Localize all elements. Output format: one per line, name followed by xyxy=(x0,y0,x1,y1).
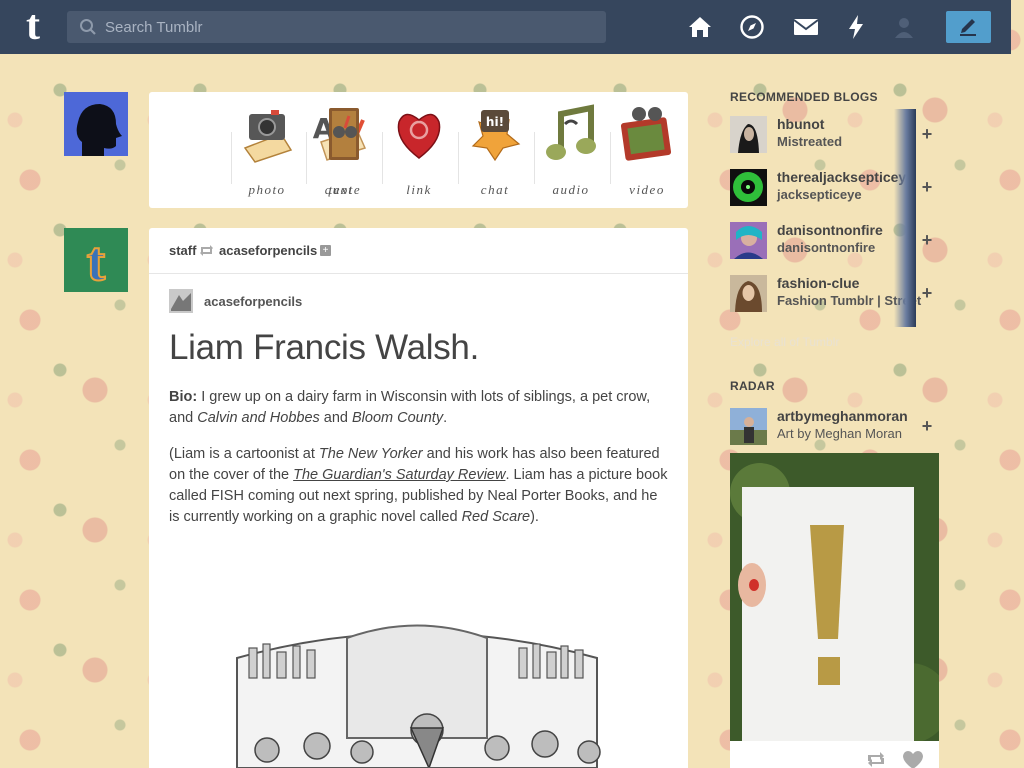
post-author[interactable]: acaseforpencils xyxy=(204,294,302,309)
audio-note-icon xyxy=(546,104,596,160)
post-video-button[interactable]: video xyxy=(611,102,683,198)
staff-avatar[interactable]: t xyxy=(64,228,128,294)
compose-button[interactable] xyxy=(946,11,991,43)
post-title: Liam Francis Walsh. xyxy=(169,328,480,367)
blog-avatar[interactable] xyxy=(730,275,767,312)
reblog-icon xyxy=(200,245,213,256)
post-header: staff acaseforpencils + xyxy=(149,228,688,274)
activity-icon[interactable] xyxy=(842,13,870,41)
follow-button[interactable]: + xyxy=(914,228,940,254)
top-navigation-bar: t xyxy=(0,0,1011,54)
follow-button[interactable]: + xyxy=(914,414,940,440)
explore-all-link[interactable]: Explore all of Tumblr xyxy=(730,335,839,349)
camera-icon xyxy=(243,110,293,163)
follow-button[interactable]: + xyxy=(914,281,940,307)
reblogger-name[interactable]: staff xyxy=(169,243,196,258)
search-bar[interactable] xyxy=(67,11,606,43)
radar-post-image[interactable] xyxy=(730,453,950,749)
follow-button[interactable]: + xyxy=(914,122,940,148)
like-heart-icon[interactable] xyxy=(902,751,924,768)
chat-bubble-icon: hi! xyxy=(471,110,521,162)
cartoon-illustration xyxy=(236,624,601,768)
home-icon[interactable] xyxy=(686,13,714,41)
search-icon xyxy=(80,19,96,35)
radar-post-footer xyxy=(730,741,939,768)
bio-paragraph: Bio: I grew up on a dairy farm in Wiscon… xyxy=(169,389,651,426)
search-input[interactable] xyxy=(105,11,595,43)
blog-avatar[interactable] xyxy=(730,169,767,206)
source-blog-name[interactable]: acaseforpencils xyxy=(219,243,317,258)
user-avatar[interactable] xyxy=(64,92,128,156)
svg-text:t: t xyxy=(87,231,106,292)
source-avatar[interactable] xyxy=(169,289,193,313)
post-type-selector: Aa text photo quote link xyxy=(149,92,688,208)
post-audio-button[interactable]: audio xyxy=(535,102,607,198)
follow-plus-icon[interactable]: + xyxy=(320,245,331,256)
scroll-fade-overlay xyxy=(894,109,916,327)
explore-icon[interactable] xyxy=(738,13,766,41)
radar-heading: RADAR xyxy=(730,379,775,393)
svg-text:hi!: hi! xyxy=(486,115,504,129)
quote-book-icon xyxy=(329,108,359,160)
post-quote-button[interactable]: quote xyxy=(307,102,379,198)
compose-icon xyxy=(960,19,976,36)
dashboard-post: staff acaseforpencils + acaseforpencils … xyxy=(149,228,688,768)
tumblr-logo[interactable]: t xyxy=(16,5,50,47)
inbox-icon[interactable] xyxy=(792,13,820,41)
link-heart-icon xyxy=(397,113,441,159)
blog-avatar[interactable] xyxy=(730,116,767,153)
recommended-blogs-heading: RECOMMENDED BLOGS xyxy=(730,90,878,104)
post-chat-button[interactable]: hi! chat xyxy=(459,102,531,198)
account-icon[interactable] xyxy=(890,13,918,41)
blog-avatar[interactable] xyxy=(730,408,767,445)
follow-button[interactable]: + xyxy=(914,175,940,201)
video-film-icon xyxy=(620,107,672,161)
post-photo-button[interactable]: photo xyxy=(231,102,303,198)
blog-avatar[interactable] xyxy=(730,222,767,259)
guardian-link[interactable]: The Guardian's Saturday Review xyxy=(293,467,505,483)
radar-blog-item[interactable]: artbymeghanmoran Art by Meghan Moran + xyxy=(730,404,940,452)
reblog-icon[interactable] xyxy=(866,751,886,768)
post-link-button[interactable]: link xyxy=(383,102,455,198)
description-paragraph: (Liam is a cartoonist at The New Yorker … xyxy=(169,446,668,525)
